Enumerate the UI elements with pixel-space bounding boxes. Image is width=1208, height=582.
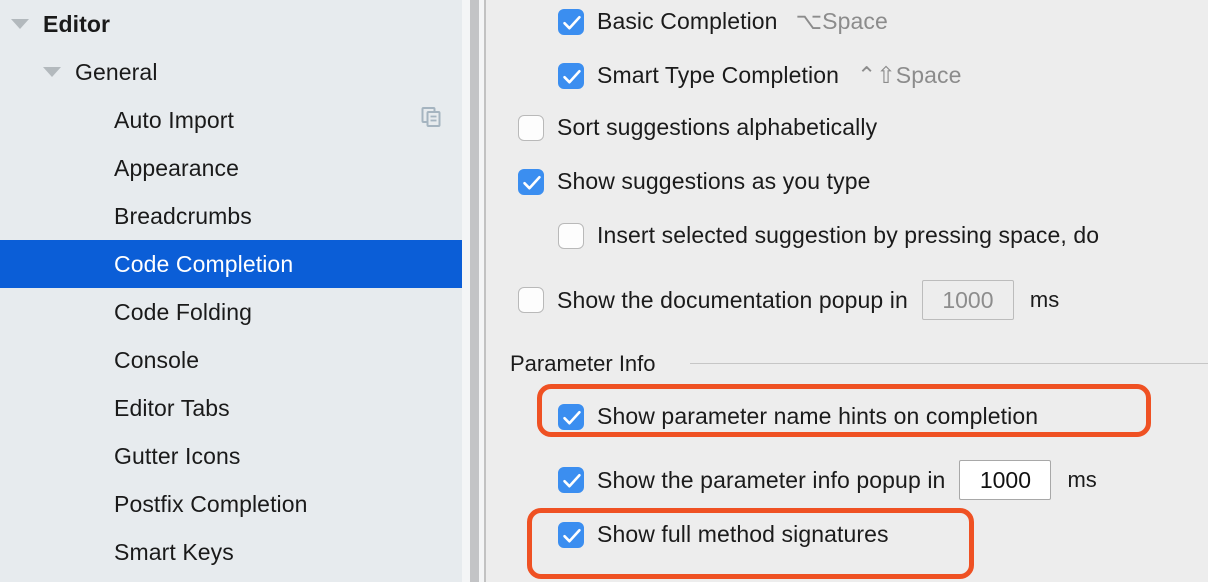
sidebar-item-appearance[interactable]: Appearance [0, 144, 462, 192]
copy-icon[interactable] [418, 105, 444, 136]
sidebar-item-code-folding[interactable]: Code Folding [0, 288, 462, 336]
settings-sidebar: Editor General Auto Import Appearance Breadc… [0, 0, 462, 582]
option-label-show-documentation-popup: Show the documentation popup in [557, 286, 908, 313]
option-row-show-documentation-popup[interactable]: Show the documentation popup in 1000 ms [518, 280, 1059, 320]
checkbox-sort-suggestions-alphabetically[interactable] [518, 114, 544, 141]
sidebar-item-label: Editor [43, 10, 111, 37]
sidebar-item-label: Breadcrumbs [114, 202, 252, 229]
option-label-insert-selected-suggestion-by-space: Insert selected suggestion by pressing s… [597, 222, 1100, 248]
option-label-show-full-method-signatures: Show full method signatures [597, 521, 889, 547]
checkbox-smart-type-completion[interactable] [558, 62, 584, 89]
sidebar-item-label: Editor Tabs [114, 394, 230, 421]
option-row-basic-completion[interactable]: Basic Completion ⌥Space [558, 8, 888, 35]
sidebar-item-label: Code Folding [114, 298, 253, 325]
option-row-insert-selected-suggestion-by-space[interactable]: Insert selected suggestion by pressing s… [558, 222, 1099, 249]
code-completion-settings-panel: Basic Completion ⌥Space Smart Type Complet… [486, 0, 1208, 582]
sidebar-item-console[interactable]: Console [0, 336, 462, 384]
sidebar-item-label: Appearance [114, 154, 240, 181]
sidebar-item-label: Postfix Completion [114, 490, 308, 517]
chevron-down-icon[interactable] [43, 67, 61, 77]
sidebar-item-smart-keys[interactable]: Smart Keys [0, 528, 462, 576]
checkmark-icon [523, 175, 541, 189]
sidebar-scrollbar-thumb[interactable] [470, 0, 479, 582]
sidebar-item-breadcrumbs[interactable]: Breadcrumbs [0, 192, 462, 240]
option-row-show-suggestions-as-you-type[interactable]: Show suggestions as you type [518, 168, 871, 195]
preferences-window: Editor General Auto Import Appearance Breadc… [0, 0, 1208, 582]
shortcut-label-smart-type-completion: ⌃⇧Space [857, 62, 962, 88]
sidebar-item-general[interactable]: General [0, 48, 462, 96]
checkmark-icon [563, 15, 581, 29]
checkbox-show-parameter-info-popup[interactable] [558, 467, 584, 493]
sidebar-item-editor-tabs[interactable]: Editor Tabs [0, 384, 462, 432]
group-title-parameter-info: Parameter Info [510, 351, 668, 377]
unit-label-show-parameter-info-popup: ms [1067, 467, 1097, 492]
checkbox-show-suggestions-as-you-type[interactable] [518, 168, 544, 195]
checkmark-icon [563, 69, 581, 83]
option-row-show-parameter-name-hints[interactable]: Show parameter name hints on completion [558, 403, 1038, 430]
sidebar-scroll-gutter [462, 0, 470, 582]
copy-icon [421, 107, 441, 127]
sidebar-item-editor[interactable]: Editor [0, 0, 462, 48]
option-label-basic-completion: Basic Completion [597, 8, 778, 34]
checkmark-icon [563, 528, 581, 542]
option-row-sort-suggestions-alphabetically[interactable]: Sort suggestions alphabetically [518, 114, 877, 141]
option-row-show-parameter-info-popup[interactable]: Show the parameter info popup in 1000 ms [558, 460, 1097, 500]
option-label-smart-type-completion: Smart Type Completion [597, 62, 840, 88]
checkbox-basic-completion[interactable] [558, 8, 584, 35]
option-label-show-parameter-info-popup: Show the parameter info popup in [597, 466, 946, 493]
sidebar-item-code-completion[interactable]: Code Completion [0, 240, 462, 288]
option-label-show-suggestions-as-you-type: Show suggestions as you type [557, 168, 871, 194]
sidebar-item-label: Smart Keys [114, 538, 234, 565]
checkbox-show-parameter-name-hints[interactable] [558, 403, 584, 430]
chevron-down-icon[interactable] [11, 19, 29, 29]
sidebar-item-label: General [75, 58, 158, 85]
checkbox-insert-selected-suggestion-by-space[interactable] [558, 222, 584, 249]
input-show-parameter-info-popup-delay[interactable]: 1000 [959, 460, 1052, 500]
sidebar-item-gutter-icons[interactable]: Gutter Icons [0, 432, 462, 480]
checkbox-show-full-method-signatures[interactable] [558, 521, 584, 548]
sidebar-item-label: Gutter Icons [114, 442, 241, 469]
sidebar-item-label: Auto Import [114, 106, 234, 133]
shortcut-label-basic-completion: ⌥Space [795, 8, 888, 34]
unit-label-documentation-popup-delay: ms [1029, 287, 1060, 312]
sidebar-item-postfix-completion[interactable]: Postfix Completion [0, 480, 462, 528]
option-label-sort-suggestions-alphabetically: Sort suggestions alphabetically [557, 114, 878, 140]
checkmark-icon [563, 410, 581, 424]
option-row-show-full-method-signatures[interactable]: Show full method signatures [558, 521, 889, 548]
group-separator-line [690, 363, 1208, 364]
input-documentation-popup-delay[interactable]: 1000 [921, 280, 1014, 320]
checkmark-icon [563, 473, 581, 488]
sidebar-item-label: Code Completion [114, 250, 294, 277]
option-row-smart-type-completion[interactable]: Smart Type Completion ⌃⇧Space [558, 62, 961, 89]
group-parameter-info: Parameter Info [510, 351, 1208, 377]
sidebar-item-auto-import[interactable]: Auto Import [0, 96, 462, 144]
checkbox-show-documentation-popup[interactable] [518, 287, 544, 313]
sidebar-scrollbar-track[interactable] [470, 0, 479, 582]
option-label-show-parameter-name-hints: Show parameter name hints on completion [597, 403, 1039, 429]
sidebar-item-label: Console [114, 346, 200, 373]
